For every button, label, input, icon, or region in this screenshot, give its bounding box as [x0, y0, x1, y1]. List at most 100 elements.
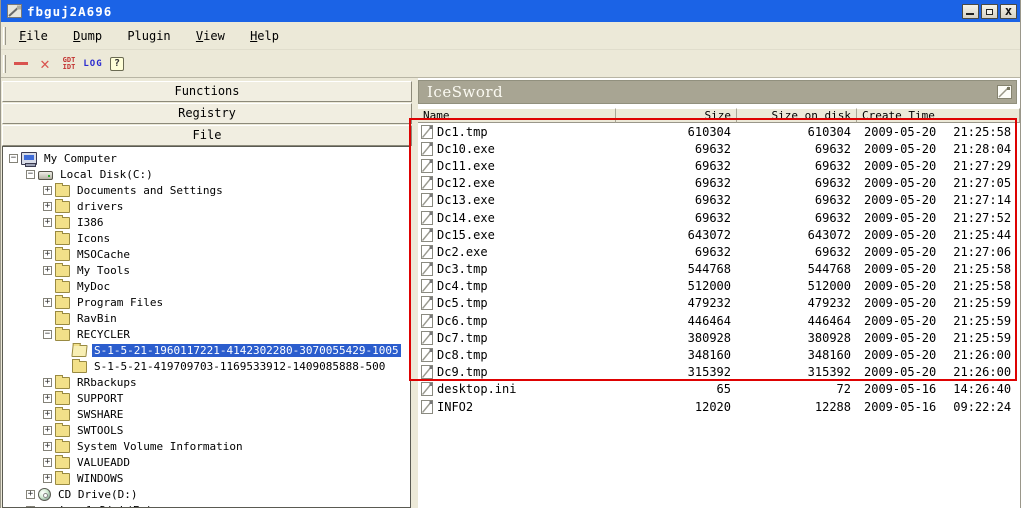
- file-icon: [421, 125, 433, 139]
- menu-item[interactable]: Plugin: [118, 26, 179, 46]
- tree-item[interactable]: RavBin: [3, 310, 410, 326]
- left-panel: Functions Registry File My Computer Loca…: [1, 78, 413, 508]
- tree-item[interactable]: Icons: [3, 230, 410, 246]
- file-list[interactable]: Dc1.tmp 610304 610304 2009-05-2021:25:58: [418, 123, 1020, 508]
- tree-item[interactable]: MSOCache: [3, 246, 410, 262]
- registry-panel-button[interactable]: Registry: [2, 103, 412, 124]
- column-header-size-on-disk[interactable]: Size on disk: [737, 108, 857, 123]
- tree-item[interactable]: WINDOWS: [3, 470, 410, 486]
- file-row[interactable]: Dc15.exe 643072 643072 2009-05-2021:25:4…: [418, 226, 1020, 243]
- column-header-size[interactable]: Size: [616, 108, 737, 123]
- gdt-idt-button[interactable]: GDTIDT: [58, 53, 80, 75]
- tree-item[interactable]: drivers: [3, 198, 410, 214]
- expander-icon[interactable]: [9, 154, 18, 163]
- expander-icon[interactable]: [43, 442, 52, 451]
- file-row[interactable]: Dc2.exe 69632 69632 2009-05-2021:27:06: [418, 243, 1020, 260]
- file-row[interactable]: Dc13.exe 69632 69632 2009-05-2021:27:14: [418, 192, 1020, 209]
- file-row[interactable]: Dc1.tmp 610304 610304 2009-05-2021:25:58: [418, 123, 1020, 140]
- window-title: fbguj2A696: [27, 4, 112, 19]
- expander-icon[interactable]: [43, 250, 52, 259]
- menu-item[interactable]: View: [187, 26, 234, 46]
- file-size: 315392: [616, 365, 737, 379]
- tree-item[interactable]: RECYCLER: [3, 326, 410, 342]
- x-icon: ✕: [40, 56, 50, 72]
- tree-item[interactable]: Local Disk(C:): [3, 166, 410, 182]
- file-row[interactable]: Dc7.tmp 380928 380928 2009-05-2021:25:59: [418, 329, 1020, 346]
- menu-item[interactable]: Help: [241, 26, 288, 46]
- file-row[interactable]: Dc11.exe 69632 69632 2009-05-2021:27:29: [418, 157, 1020, 174]
- menu-item[interactable]: File: [10, 26, 57, 46]
- file-icon: [421, 296, 433, 310]
- functions-panel-button[interactable]: Functions: [2, 81, 412, 102]
- expander-icon[interactable]: [43, 202, 52, 211]
- expander-icon[interactable]: [43, 410, 52, 419]
- expander-icon[interactable]: [43, 186, 52, 195]
- expander-icon[interactable]: [43, 298, 52, 307]
- file-row[interactable]: Dc12.exe 69632 69632 2009-05-2021:27:05: [418, 175, 1020, 192]
- file-size: 479232: [616, 296, 737, 310]
- directory-tree[interactable]: My Computer Local Disk(C:) Documents and…: [2, 146, 411, 508]
- tree-item[interactable]: My Computer: [3, 150, 410, 166]
- tree-item[interactable]: Local Disk(E:): [3, 502, 410, 508]
- file-row[interactable]: Dc10.exe 69632 69632 2009-05-2021:28:04: [418, 140, 1020, 157]
- restore-icon: [986, 9, 993, 15]
- column-header-name[interactable]: Name: [418, 108, 616, 123]
- expander-icon[interactable]: [43, 218, 52, 227]
- tree-item[interactable]: I386: [3, 214, 410, 230]
- tree-item[interactable]: Program Files: [3, 294, 410, 310]
- unload-button[interactable]: [10, 53, 32, 75]
- menu-item[interactable]: Dump: [64, 26, 111, 46]
- file-row[interactable]: desktop.ini 65 72 2009-05-1614:26:40: [418, 381, 1020, 398]
- help-icon: ?: [110, 57, 124, 71]
- file-row[interactable]: Dc3.tmp 544768 544768 2009-05-2021:25:58: [418, 261, 1020, 278]
- file-size: 69632: [616, 245, 737, 259]
- tree-item[interactable]: VALUEADD: [3, 454, 410, 470]
- file-panel-button[interactable]: File: [2, 125, 412, 146]
- expander-icon[interactable]: [43, 426, 52, 435]
- expander-icon[interactable]: [43, 266, 52, 275]
- expander-icon[interactable]: [26, 170, 35, 179]
- menubar-gripper[interactable]: [3, 27, 6, 45]
- file-size-on-disk: 69632: [737, 211, 857, 225]
- expander-icon[interactable]: [43, 474, 52, 483]
- file-icon: [421, 228, 433, 242]
- tree-item[interactable]: My Tools: [3, 262, 410, 278]
- close-button[interactable]: x: [1000, 4, 1017, 19]
- file-row[interactable]: Dc6.tmp 446464 446464 2009-05-2021:25:59: [418, 312, 1020, 329]
- tree-item[interactable]: SUPPORT: [3, 390, 410, 406]
- file-row[interactable]: Dc9.tmp 315392 315392 2009-05-2021:26:00: [418, 364, 1020, 381]
- log-button[interactable]: LOG: [82, 53, 104, 75]
- column-header-create-time[interactable]: Create Time: [857, 108, 1020, 123]
- tree-item[interactable]: SWSHARE: [3, 406, 410, 422]
- minimize-button[interactable]: [962, 4, 979, 19]
- file-row[interactable]: Dc8.tmp 348160 348160 2009-05-2021:26:00: [418, 346, 1020, 363]
- tree-item[interactable]: SWTOOLS: [3, 422, 410, 438]
- tree-item[interactable]: Documents and Settings: [3, 182, 410, 198]
- expander-icon[interactable]: [43, 458, 52, 467]
- tree-item[interactable]: RRbackups: [3, 374, 410, 390]
- file-name: Dc3.tmp: [437, 262, 488, 276]
- folder-open-icon: [71, 345, 87, 357]
- computer-icon: [21, 152, 37, 165]
- file-row[interactable]: Dc14.exe 69632 69632 2009-05-2021:27:52: [418, 209, 1020, 226]
- delete-button[interactable]: ✕: [34, 53, 56, 75]
- tree-item[interactable]: S-1-5-21-419709703-1169533912-1409085888…: [3, 358, 410, 374]
- file-row[interactable]: Dc4.tmp 512000 512000 2009-05-2021:25:58: [418, 278, 1020, 295]
- expander-icon[interactable]: [43, 330, 52, 339]
- file-name: Dc5.tmp: [437, 296, 488, 310]
- expander-icon[interactable]: [43, 378, 52, 387]
- tree-item[interactable]: S-1-5-21-1960117221-4142302280-307005542…: [3, 342, 410, 358]
- file-size-on-disk: 315392: [737, 365, 857, 379]
- file-row[interactable]: Dc5.tmp 479232 479232 2009-05-2021:25:59: [418, 295, 1020, 312]
- tree-item[interactable]: CD Drive(D:): [3, 486, 410, 502]
- help-button[interactable]: ?: [106, 53, 128, 75]
- file-row[interactable]: INFO2 12020 12288 2009-05-1609:22:24: [418, 398, 1020, 415]
- title-bar[interactable]: fbguj2A696 x: [1, 0, 1020, 22]
- tree-item[interactable]: System Volume Information: [3, 438, 410, 454]
- expander-icon[interactable]: [43, 394, 52, 403]
- file-size: 69632: [616, 176, 737, 190]
- toolbar-gripper[interactable]: [3, 55, 6, 73]
- restore-button[interactable]: [981, 4, 998, 19]
- tree-item[interactable]: MyDoc: [3, 278, 410, 294]
- expander-icon[interactable]: [26, 490, 35, 499]
